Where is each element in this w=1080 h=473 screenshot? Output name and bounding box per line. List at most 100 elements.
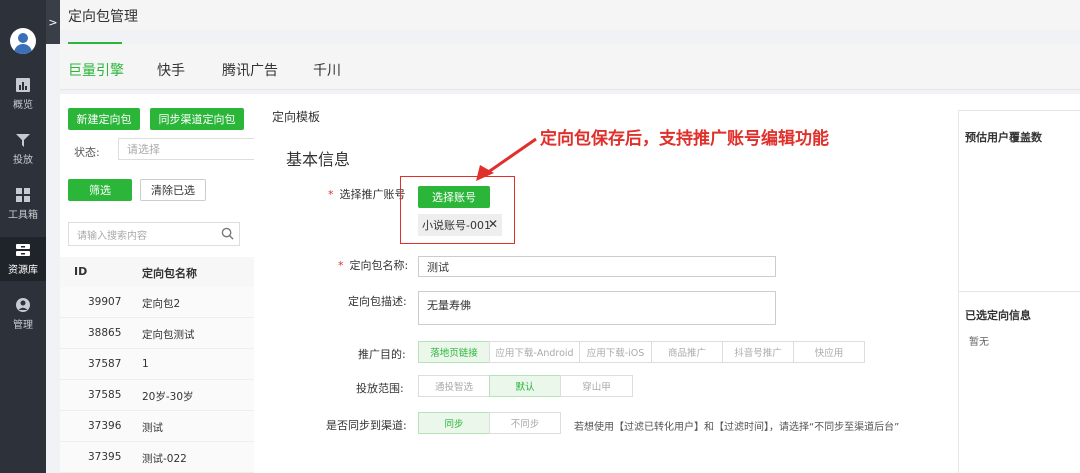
goal-option-android[interactable]: 应用下载-Android (489, 341, 580, 363)
name-label: * 定向包名称: (338, 257, 408, 273)
coverage-title: 预估用户覆盖数 (965, 131, 1042, 144)
active-tab-indicator (68, 42, 122, 44)
channel-tabs: 巨量引擎 快手 腾讯广告 千川 (60, 44, 1080, 90)
table-row[interactable]: 37585 20岁-30岁 (60, 380, 256, 411)
grid-icon (16, 188, 30, 202)
row-id: 37395 (88, 451, 122, 463)
table-row[interactable]: 37396 测试 (60, 411, 256, 442)
sync-segmented-control: 同步 不同步 (418, 412, 561, 434)
sidebar-expand-toggle[interactable]: > (46, 0, 60, 44)
scope-option-pangle[interactable]: 穿山甲 (560, 375, 633, 397)
sidebar-item-overview[interactable]: 概览 (0, 72, 46, 116)
table-row[interactable]: 38865 定向包测试 (60, 318, 256, 349)
row-id: 37587 (88, 358, 122, 370)
estimate-panel: 预估用户覆盖数 已选定向信息 暂无 (958, 110, 1080, 473)
goal-option-landing[interactable]: 落地页链接 (418, 341, 490, 363)
selected-account-text: 小说账号-001 (422, 219, 491, 232)
required-mark: * (328, 188, 334, 201)
sidebar-item-label: 投放 (13, 155, 33, 166)
top-bar: 定向包管理 (60, 0, 1080, 30)
user-icon (16, 298, 30, 312)
row-id: 37585 (88, 389, 122, 401)
sidebar-item-label: 资源库 (8, 265, 38, 276)
search-icon[interactable] (221, 227, 234, 240)
sync-label: 是否同步到渠道: (326, 419, 407, 432)
annotation-text: 定向包保存后，支持推广账号编辑功能 (540, 129, 829, 149)
goal-label: 推广目的: (358, 348, 406, 361)
modal-title: 定向模板 (272, 110, 321, 124)
avatar[interactable] (10, 28, 36, 54)
row-id: 39907 (88, 296, 122, 308)
selected-info-empty: 暂无 (969, 337, 989, 348)
chevron-right-icon: > (48, 15, 58, 29)
table-row[interactable]: 37395 测试-022 (60, 442, 256, 473)
goal-option-douyin[interactable]: 抖音号推广 (722, 341, 794, 363)
row-name: 测试 (142, 422, 163, 434)
selected-account-tag: 小说账号-001 ✕ (418, 214, 502, 236)
sidebar: 概览 投放 工具箱 资源库 管理 (0, 0, 46, 473)
selected-info-title: 已选定向信息 (965, 309, 1031, 322)
column-header-id: ID (74, 265, 88, 278)
sync-option-yes[interactable]: 同步 (418, 412, 490, 434)
new-package-button[interactable]: 新建定向包 (68, 108, 140, 130)
scope-option-smart[interactable]: 通投智选 (418, 375, 490, 397)
clear-selection-button[interactable]: 清除已选 (140, 179, 206, 201)
account-label: * 选择推广账号 (328, 186, 406, 202)
row-name: 1 (142, 358, 149, 370)
row-id: 37396 (88, 420, 122, 432)
tab-tencent[interactable]: 腾讯广告 (222, 60, 278, 80)
package-desc-textarea[interactable]: 无量寿佛 (418, 291, 776, 325)
goal-option-ios[interactable]: 应用下载-iOS (579, 341, 652, 363)
bar-chart-icon (16, 78, 30, 92)
page-title: 定向包管理 (68, 9, 138, 25)
row-id: 38865 (88, 327, 122, 339)
table-row[interactable]: 39907 定向包2 (60, 287, 256, 318)
required-mark: * (338, 259, 344, 272)
send-icon (16, 134, 30, 147)
row-name: 定向包测试 (142, 329, 195, 341)
tab-juliang[interactable]: 巨量引擎 (68, 60, 124, 80)
avatar-body (14, 44, 32, 54)
scope-label: 投放范围: (356, 382, 404, 395)
package-list-panel: 新建定向包 同步渠道定向包 状态: 请选择 筛选 清除已选 请输入搜索内容 ID… (60, 94, 256, 473)
sidebar-item-toolbox[interactable]: 工具箱 (0, 182, 46, 226)
sync-hint: 若想使用【过滤已转化用户】和【过滤时间】，请选择“不同步至渠道后台” (574, 422, 900, 433)
row-name: 测试-022 (142, 453, 187, 465)
status-select[interactable]: 请选择 (118, 138, 256, 160)
account-label-text: 选择推广账号 (339, 188, 406, 201)
panel-divider (959, 291, 1080, 292)
goal-segmented-control: 落地页链接 应用下载-Android 应用下载-iOS 商品推广 抖音号推广 快… (418, 341, 865, 363)
search-input[interactable]: 请输入搜索内容 (68, 222, 240, 246)
filter-button[interactable]: 筛选 (68, 179, 132, 201)
scope-segmented-control: 通投智选 默认 穿山甲 (418, 375, 633, 397)
database-icon (16, 244, 30, 256)
sync-package-button[interactable]: 同步渠道定向包 (150, 108, 244, 130)
section-title: 基本信息 (286, 150, 351, 169)
targeting-template-modal: 定向模板 基本信息 * 选择推广账号 * 定向包名称: 测试 定向包描述: 无量寿佛… (254, 94, 1080, 473)
goal-option-quickapp[interactable]: 快应用 (793, 341, 865, 363)
row-name: 20岁-30岁 (142, 391, 194, 403)
select-account-button[interactable]: 选择账号 (418, 186, 490, 208)
status-label: 状态: (74, 146, 100, 159)
search-placeholder: 请输入搜索内容 (77, 230, 147, 242)
table-row[interactable]: 37587 1 (60, 349, 256, 380)
tab-kuaishou[interactable]: 快手 (157, 60, 185, 80)
close-icon[interactable]: ✕ (488, 217, 498, 231)
sidebar-item-manage[interactable]: 管理 (0, 292, 46, 336)
sync-option-no[interactable]: 不同步 (489, 412, 561, 434)
annotation-arrow-icon (476, 137, 537, 181)
row-name: 定向包2 (142, 298, 181, 310)
avatar-head (18, 33, 28, 43)
tab-qianchuan[interactable]: 千川 (313, 60, 341, 80)
sidebar-item-delivery[interactable]: 投放 (0, 127, 46, 171)
table-header: ID 定向包名称 (60, 257, 256, 287)
sidebar-item-label: 概览 (13, 100, 33, 111)
goal-option-product[interactable]: 商品推广 (651, 341, 723, 363)
scope-option-default[interactable]: 默认 (489, 375, 561, 397)
sidebar-item-label: 工具箱 (8, 210, 38, 221)
package-name-input[interactable]: 测试 (418, 256, 776, 277)
sidebar-item-resources[interactable]: 资源库 (0, 237, 46, 281)
desc-label: 定向包描述: (348, 295, 407, 308)
name-label-text: 定向包名称: (349, 259, 409, 272)
column-header-name: 定向包名称 (142, 267, 197, 280)
